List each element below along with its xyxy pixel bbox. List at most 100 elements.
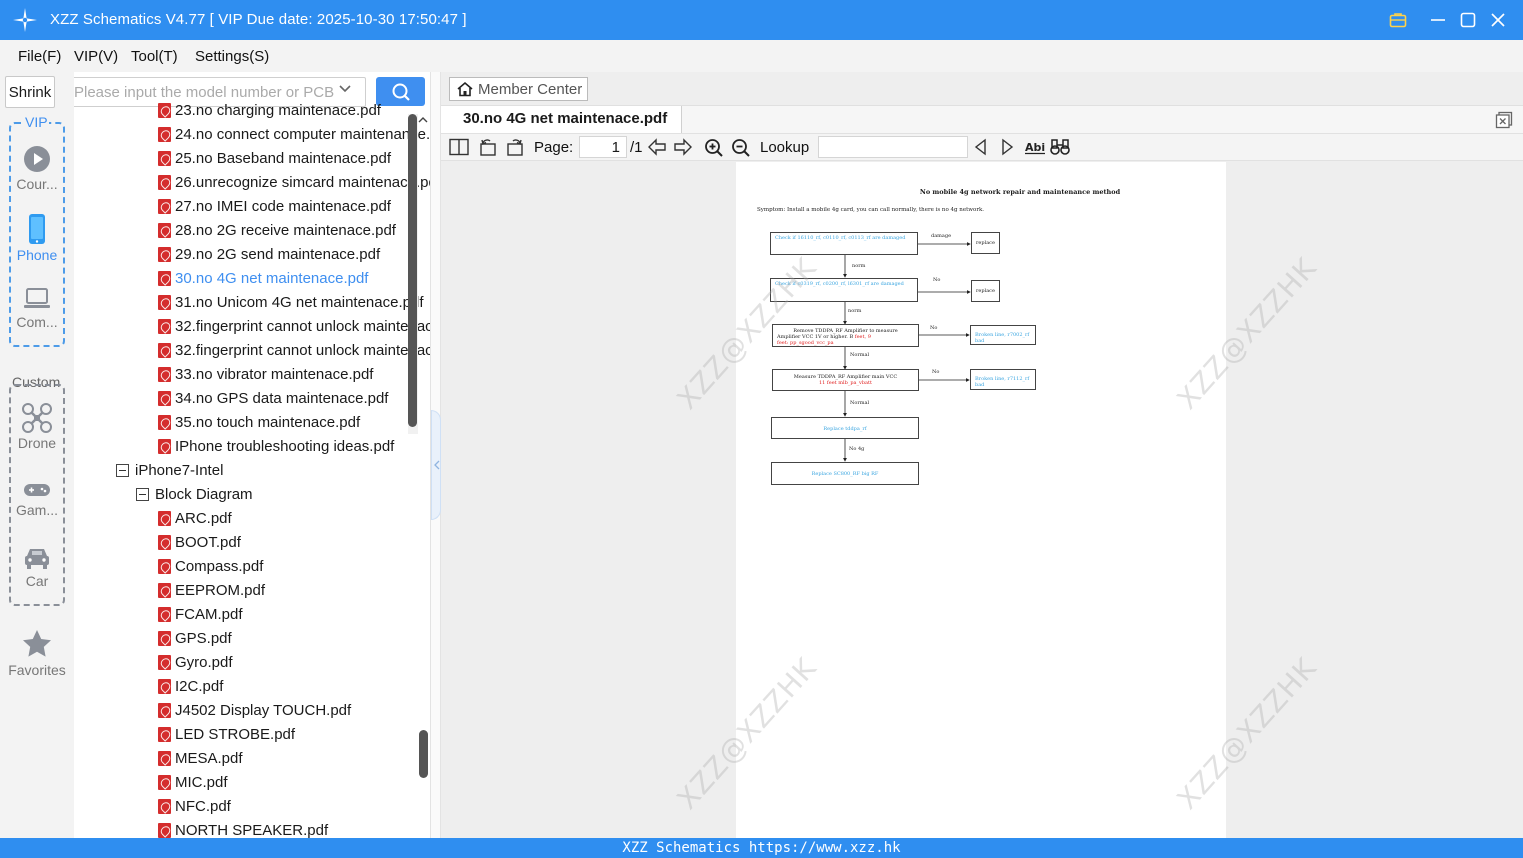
tree-scrollbar-top[interactable] — [408, 114, 418, 434]
pdf-file-icon — [158, 415, 171, 430]
nav-game-label: Gam... — [15, 502, 58, 518]
pdf-file-icon — [158, 127, 171, 142]
tree-file-label: NORTH SPEAKER.pdf — [175, 822, 329, 838]
flow-step-5: Replace tddpa_rf — [771, 417, 919, 439]
vip-bag-button[interactable] — [1386, 8, 1410, 32]
match-whole-word-button[interactable]: Abi — [1024, 138, 1046, 156]
tree-file-label: 24.no connect computer maintenance.pdf — [175, 126, 430, 143]
flow-step-6: Replace SC800_RF big RF — [771, 462, 919, 485]
tree-scroll-thumb[interactable] — [408, 114, 417, 427]
flow-step-3: Remove TDDPA_RF Amplifier to measure Amp… — [772, 324, 919, 347]
viewer-toolbar: Page: 1 /1 Lookup Abi — [441, 133, 1523, 161]
next-page-button[interactable] — [673, 138, 693, 156]
nav-game[interactable]: Gam... — [0, 480, 74, 518]
split-view-icon — [449, 138, 469, 156]
chevron-left-icon — [434, 460, 440, 470]
play-icon — [24, 146, 50, 172]
rotate-right-button[interactable] — [505, 138, 525, 156]
minimize-icon — [1431, 19, 1445, 21]
flow-label-norm-1: norm — [852, 263, 866, 269]
nav-car[interactable]: Car — [0, 545, 74, 589]
nav-car-label: Car — [25, 573, 49, 589]
nav-favorites[interactable]: Favorites — [0, 628, 74, 678]
tree-scroll-thumb-2[interactable] — [419, 730, 428, 778]
find-next-button[interactable] — [999, 138, 1015, 156]
flow-result-2: replace — [971, 280, 1000, 302]
menu-settings[interactable]: Settings(S) — [195, 48, 269, 65]
pdf-file-icon — [158, 559, 171, 574]
chevron-down-icon[interactable] — [338, 84, 352, 94]
car-icon — [25, 549, 49, 569]
tab-active-document[interactable]: 30.no 4G net maintenace.pdf — [441, 106, 683, 134]
page-number-input[interactable]: 1 — [579, 136, 627, 158]
zoom-in-button[interactable] — [704, 138, 724, 158]
pdf-file-icon — [158, 151, 171, 166]
pdf-file-icon — [158, 583, 171, 598]
flow-result-4: Broken line, r7112_rf bad — [970, 369, 1036, 390]
flow-label-norm-2: norm — [848, 308, 862, 314]
maximize-button[interactable] — [1456, 8, 1480, 32]
nav-favorites-label: Favorites — [8, 662, 66, 678]
binoculars-icon — [1050, 139, 1070, 155]
tree-file-label: LED STROBE.pdf — [175, 726, 296, 743]
find-all-button[interactable] — [1050, 138, 1070, 156]
laptop-icon — [24, 288, 50, 308]
flow-step-1: Check if 16110_rf, c0110_rf, c0113_rf ar… — [770, 232, 918, 255]
toggle-panel-button[interactable] — [449, 138, 469, 156]
nav-phone-label: Phone — [16, 247, 58, 263]
lookup-input[interactable] — [818, 136, 968, 158]
search-button[interactable] — [376, 77, 425, 106]
pdf-file-icon — [158, 751, 171, 766]
pdf-file-icon — [158, 823, 171, 838]
menu-file[interactable]: File(F) — [18, 48, 61, 65]
scroll-up-icon[interactable] — [418, 116, 428, 124]
pdf-file-icon — [158, 655, 171, 670]
member-center-button[interactable]: Member Center — [449, 77, 588, 101]
document-tabs: 30.no 4G net maintenace.pdf — [441, 105, 1523, 134]
tree-file-label: MESA.pdf — [175, 750, 243, 767]
pdf-file-icon — [158, 391, 171, 406]
phone-icon — [29, 214, 45, 244]
window-title: XZZ Schematics V4.77 [ VIP Due date: 202… — [50, 11, 467, 28]
pdf-file-icon — [158, 319, 171, 334]
zoom-out-button[interactable] — [731, 138, 751, 158]
find-prev-button[interactable] — [973, 138, 989, 156]
pdf-file-icon — [158, 103, 171, 118]
vip-group-label: VIP — [24, 114, 49, 130]
triangle-left-icon — [974, 138, 986, 156]
tree-file-label: 32.fingerprint cannot unlock maintenace.… — [175, 318, 430, 335]
tree-file-label: 31.no Unicom 4G net maintenace.pdf — [175, 294, 424, 311]
close-all-tabs-icon[interactable] — [1495, 111, 1513, 129]
tree-file-label: 27.no IMEI code maintenace.pdf — [175, 198, 391, 215]
flow-label-normal-1: Normal — [850, 352, 870, 358]
prev-page-button[interactable] — [647, 138, 667, 156]
pdf-file-icon — [158, 679, 171, 694]
flow-label-no-1: No — [933, 277, 941, 283]
nav-drone[interactable]: Drone — [0, 403, 74, 451]
shrink-button[interactable]: Shrink — [5, 76, 55, 108]
close-button[interactable] — [1486, 8, 1510, 32]
collapse-icon[interactable] — [136, 488, 149, 501]
tree-file-label: 26.unrecognize simcard maintenace.pdf — [175, 174, 430, 191]
nav-phone[interactable]: Phone — [0, 213, 74, 263]
tree-file-label: Compass.pdf — [175, 558, 264, 575]
splitter-grip[interactable] — [431, 410, 441, 520]
file-tree-panel: Please input the model number or PCB 23.… — [74, 72, 430, 838]
minimize-button[interactable] — [1426, 8, 1450, 32]
pdf-file-icon — [158, 343, 171, 358]
tree-file-label: J4502 Display TOUCH.pdf — [175, 702, 352, 719]
arrow-left-icon — [648, 138, 666, 156]
rotate-left-button[interactable] — [478, 138, 498, 156]
collapse-icon[interactable] — [116, 464, 129, 477]
panel-splitter[interactable] — [430, 72, 441, 838]
menu-vip[interactable]: VIP(V) — [74, 48, 118, 65]
nav-course[interactable]: Cour... — [0, 144, 74, 192]
nav-computer[interactable]: Com... — [0, 286, 74, 330]
maximize-icon — [1460, 12, 1476, 28]
pdf-file-icon — [158, 295, 171, 310]
tree-file-label: 33.no vibrator maintenace.pdf — [175, 366, 374, 383]
menu-bar: File(F) VIP(V) Tool(T) Settings(S) — [0, 40, 1523, 72]
search-icon — [392, 83, 410, 101]
tree-file-label: EEPROM.pdf — [175, 582, 266, 599]
menu-tool[interactable]: Tool(T) — [131, 48, 178, 65]
